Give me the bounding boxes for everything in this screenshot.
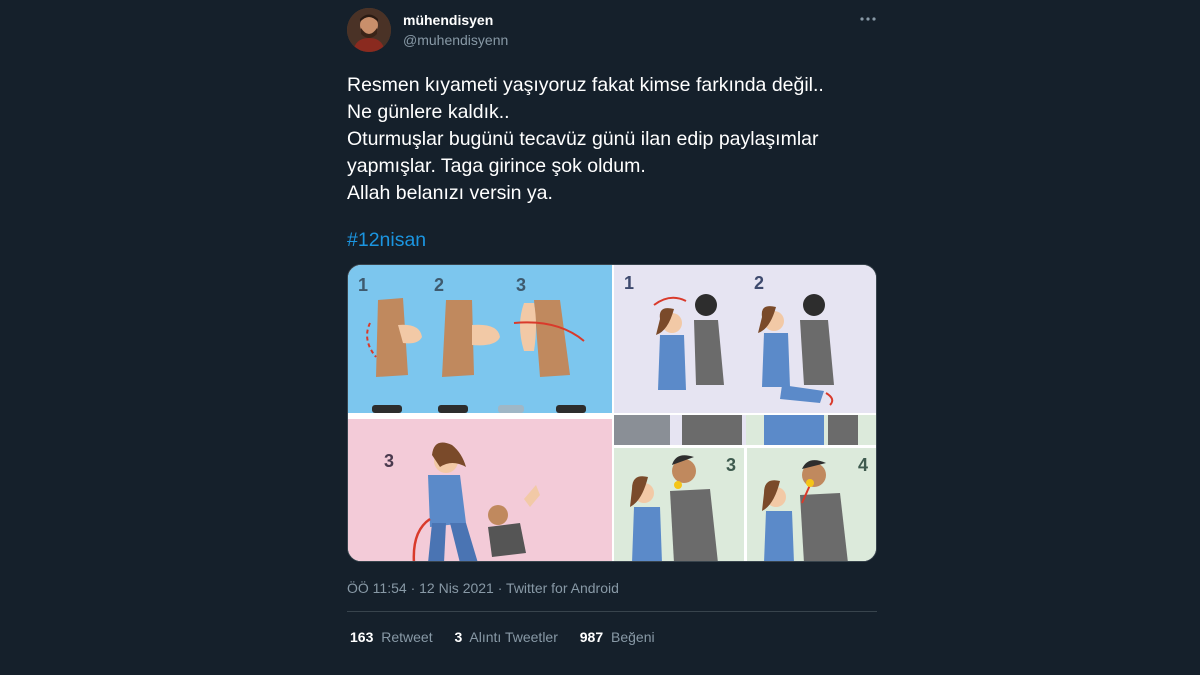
meta-separator: · — [497, 580, 503, 596]
media-panel-1: 1 2 3 — [348, 265, 612, 413]
like-stat[interactable]: 987 Beğeni — [580, 629, 655, 645]
retweet-stat[interactable]: 163 Retweet — [350, 629, 433, 645]
step-number: 3 — [516, 275, 526, 295]
step-number: 1 — [358, 275, 368, 295]
tweet-date[interactable]: 12 Nis 2021 — [419, 580, 494, 596]
like-label: Beğeni — [611, 629, 655, 645]
tweet-time[interactable]: ÖÖ 11:54 — [347, 580, 407, 596]
divider — [347, 611, 877, 612]
quote-stat[interactable]: 3 Alıntı Tweetler — [455, 629, 558, 645]
step-number: 4 — [858, 455, 868, 475]
tweet-text-line: Ne günlere kaldık.. — [347, 101, 510, 123]
tweet-text-line: yapmışlar. Taga girince şok oldum. — [347, 155, 646, 177]
step-number: 2 — [434, 275, 444, 295]
tweet: mühendisyen @muhendisyenn Resmen kıyamet… — [347, 0, 877, 675]
retweet-count: 163 — [350, 629, 374, 645]
tweet-text-line: Resmen kıyameti yaşıyoruz fakat kimse fa… — [347, 74, 824, 96]
illustration-chin-strike: 3 4 — [614, 415, 876, 561]
step-number: 2 — [754, 273, 764, 293]
tweet-text-line: Allah belanızı versin ya. — [347, 182, 553, 204]
step-number: 1 — [624, 273, 634, 293]
tweet-stats: 163 Retweet 3 Alıntı Tweetler 987 Beğeni — [350, 629, 673, 645]
media-panel-3: 3 — [348, 415, 612, 561]
avatar[interactable] — [347, 8, 391, 52]
avatar-image — [347, 8, 391, 52]
quote-count: 3 — [454, 629, 463, 645]
user-handle[interactable]: @muhendisyenn — [403, 32, 508, 48]
tweet-source[interactable]: Twitter for Android — [506, 580, 619, 596]
display-name[interactable]: mühendisyen — [403, 12, 493, 28]
meta-separator: · — [410, 580, 416, 596]
illustration-grab-escape: 1 2 — [624, 273, 834, 406]
illustration-kick: 3 — [348, 415, 612, 561]
tweet-text-line: Oturmuşlar bugünü tecavüz günü ilan edip… — [347, 128, 819, 150]
media-panel-2: 1 2 — [614, 265, 876, 413]
illustration-wrist-release: 1 2 3 — [358, 275, 586, 413]
step-number: 3 — [726, 455, 736, 475]
tweet-text: Resmen kıyameti yaşıyoruz fakat kimse fa… — [347, 72, 877, 207]
hashtag-link[interactable]: #12nisan — [347, 229, 426, 252]
tweet-media[interactable]: 1 2 3 1 2 3 3 4 — [347, 264, 877, 562]
tweet-meta: ÖÖ 11:54 · 12 Nis 2021 · Twitter for And… — [347, 580, 619, 596]
like-count: 987 — [579, 629, 604, 645]
more-icon[interactable] — [857, 10, 879, 28]
retweet-label: Retweet — [381, 629, 433, 645]
step-number: 3 — [384, 451, 394, 471]
quote-label: Alıntı Tweetler — [469, 629, 558, 645]
media-panel-4: 3 4 — [614, 415, 876, 561]
